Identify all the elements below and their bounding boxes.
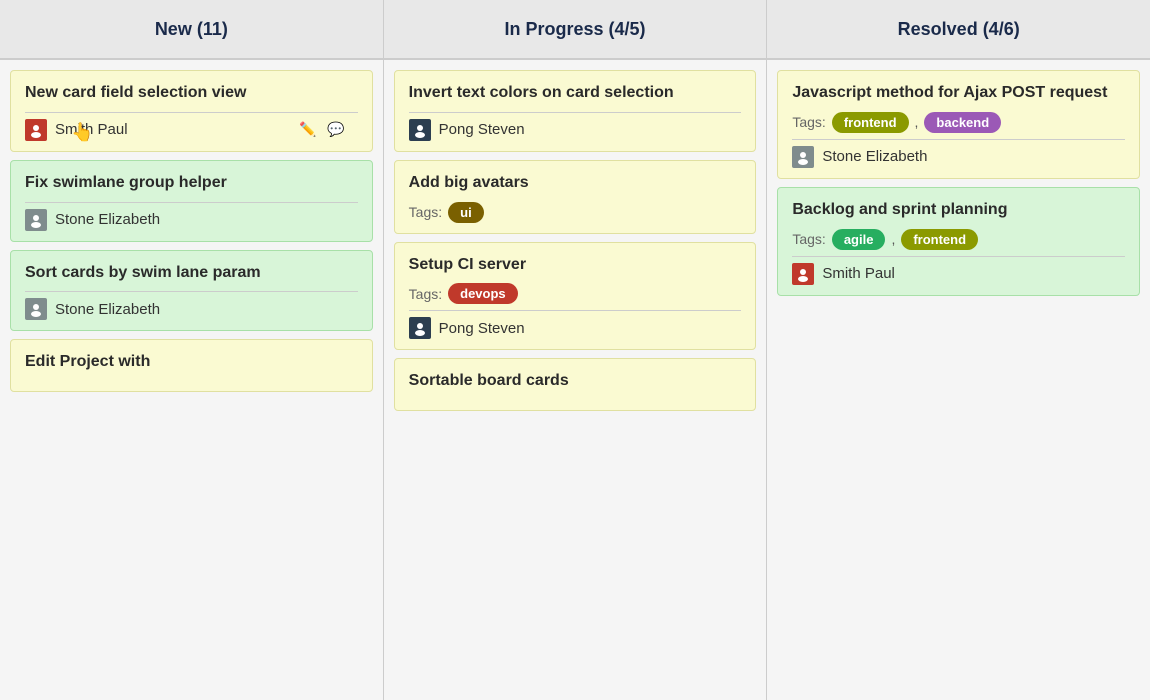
assignee-name: Pong Steven [439,121,525,138]
tag-frontend: frontend [901,229,978,250]
tags-row: Tags: frontend , backend [792,112,1125,133]
card-title: Javascript method for Ajax POST request [792,83,1125,104]
column-in-progress: In Progress (4/5) Invert text colors on … [384,0,768,700]
card-title: Fix swimlane group helper [25,173,358,194]
card-fix-swimlane[interactable]: Fix swimlane group helper Stone Elizabet… [10,160,373,242]
tags-row: Tags: agile , frontend [792,229,1125,250]
column-header-resolved: Resolved (4/6) [767,0,1150,60]
card-backlog-sprint[interactable]: Backlog and sprint planning Tags: agile … [777,187,1140,296]
assignee-name: Stone Elizabeth [822,148,927,165]
avatar [792,263,814,285]
column-header-new: New (11) [0,0,383,60]
card-divider [409,112,742,113]
card-assignee: Pong Steven [409,317,742,339]
card-title: Invert text colors on card selection [409,83,742,104]
tag-devops: devops [448,283,518,304]
card-divider [25,291,358,292]
card-divider [409,310,742,311]
column-body-in-progress: Invert text colors on card selection Pon… [384,60,767,700]
card-assignee: Stone Elizabeth [25,298,358,320]
column-header-in-progress: In Progress (4/5) [384,0,767,60]
card-assignee: Smith Paul [792,263,1125,285]
avatar [25,209,47,231]
assignee-name: Smith Paul [822,265,895,282]
card-title: Setup CI server [409,255,742,276]
card-edit-project[interactable]: Edit Project with [10,339,373,392]
tags-label: Tags: [792,114,825,130]
assignee-name: Stone Elizabeth [55,211,160,228]
comma: , [891,231,895,247]
avatar [409,119,431,141]
card-divider [792,256,1125,257]
avatar [25,298,47,320]
card-sort-cards[interactable]: Sort cards by swim lane param Stone Eliz… [10,250,373,332]
card-add-big-avatars[interactable]: Add big avatars Tags: ui [394,160,757,234]
card-title: Sort cards by swim lane param [25,263,358,284]
tag-frontend: frontend [832,112,909,133]
column-title-new: New (11) [155,19,228,40]
card-title: Sortable board cards [409,371,742,392]
avatar [792,146,814,168]
card-setup-ci[interactable]: Setup CI server Tags: devops Pong Steven [394,242,757,351]
comment-icon[interactable]: 💬 [324,118,348,142]
avatar [25,119,47,141]
comma: , [915,114,919,130]
columns-wrapper: New (11) New card field selection view S… [0,0,1150,700]
column-resolved: Resolved (4/6) Javascript method for Aja… [767,0,1150,700]
column-body-new: New card field selection view Smith Paul… [0,60,383,700]
edit-icon[interactable]: ✏️ [296,118,320,142]
tag-backend: backend [924,112,1001,133]
board: New (11) New card field selection view S… [0,0,1150,700]
assignee-name: Stone Elizabeth [55,301,160,318]
card-title: Add big avatars [409,173,742,194]
tags-row: Tags: devops [409,283,742,304]
tags-label: Tags: [409,286,442,302]
card-assignee: Stone Elizabeth [25,209,358,231]
tag-ui: ui [448,202,484,223]
card-divider [25,112,358,113]
tags-label: Tags: [792,231,825,247]
card-sortable-board[interactable]: Sortable board cards [394,358,757,411]
card-assignee: Stone Elizabeth [792,146,1125,168]
tags-row: Tags: ui [409,202,742,223]
assignee-name: Pong Steven [439,320,525,337]
column-body-resolved: Javascript method for Ajax POST request … [767,60,1150,700]
column-title-resolved: Resolved (4/6) [898,19,1020,40]
column-new: New (11) New card field selection view S… [0,0,384,700]
card-new-card-field-selection[interactable]: New card field selection view Smith Paul… [10,70,373,152]
card-javascript-ajax[interactable]: Javascript method for Ajax POST request … [777,70,1140,179]
card-title: Backlog and sprint planning [792,200,1125,221]
tags-label: Tags: [409,204,442,220]
card-assignee: Pong Steven [409,119,742,141]
card-title: New card field selection view [25,83,358,104]
card-divider [25,202,358,203]
card-actions: ✏️ 💬 [296,118,348,142]
column-title-in-progress: In Progress (4/5) [504,19,645,40]
card-title: Edit Project with [25,352,358,373]
card-divider [792,139,1125,140]
avatar [409,317,431,339]
card-invert-text[interactable]: Invert text colors on card selection Pon… [394,70,757,152]
tag-agile: agile [832,229,886,250]
cursor-hand: 👆 [71,122,93,143]
